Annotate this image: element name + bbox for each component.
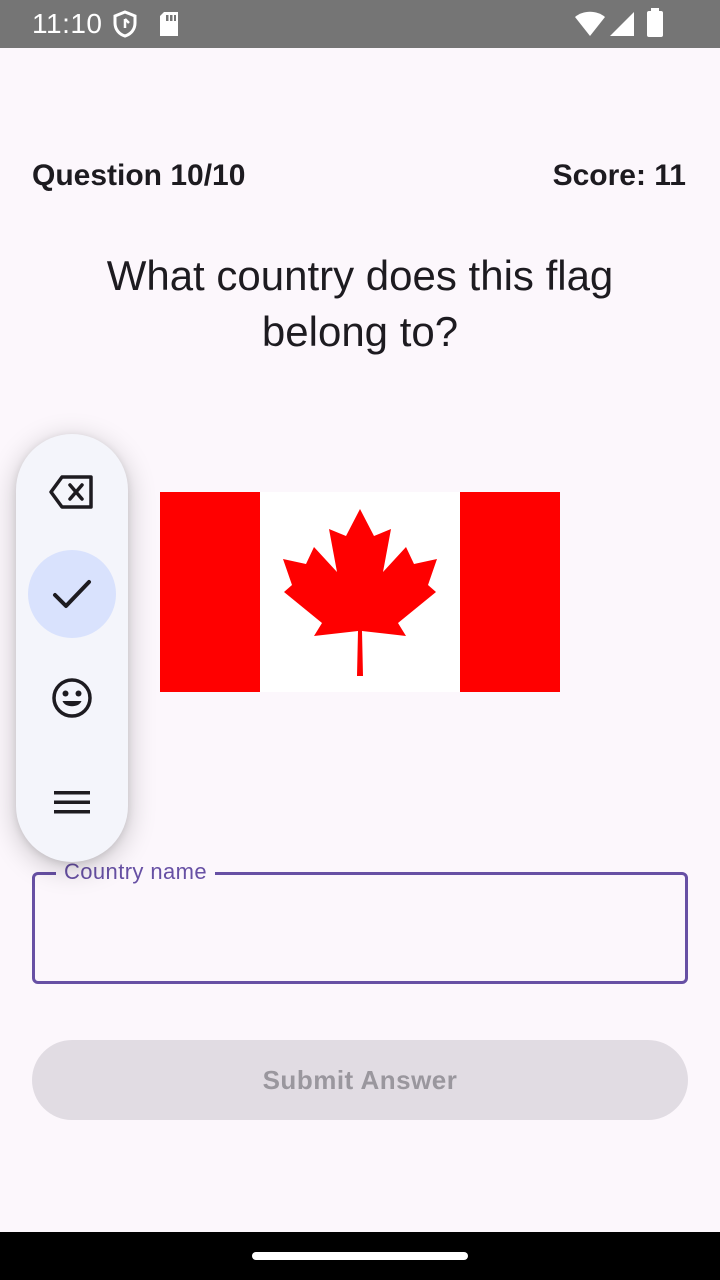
check-icon	[53, 580, 91, 608]
floating-keyboard-toolbar	[16, 434, 128, 862]
signal-icon	[608, 10, 636, 43]
sd-card-icon	[158, 10, 180, 43]
country-name-input[interactable]	[52, 904, 666, 954]
submit-answer-button[interactable]: Submit Answer	[32, 1040, 688, 1120]
navigation-bar	[0, 1232, 720, 1280]
flag-image	[160, 492, 560, 697]
menu-icon	[54, 791, 90, 814]
menu-button[interactable]	[28, 758, 116, 846]
emoji-button[interactable]	[28, 654, 116, 742]
score-label: Score: 11	[552, 159, 686, 192]
backspace-button[interactable]	[28, 448, 116, 536]
canada-flag	[160, 492, 560, 692]
status-time: 11:10	[32, 8, 103, 39]
wifi-icon	[574, 10, 606, 43]
check-button[interactable]	[28, 550, 116, 638]
country-name-label: Country name	[56, 858, 215, 886]
battery-icon	[646, 8, 664, 43]
question-counter: Question 10/10	[32, 159, 246, 192]
question-text: What country does this flag belong to?	[106, 252, 614, 355]
backspace-icon	[49, 475, 93, 509]
shield-icon	[112, 10, 138, 43]
status-bar: 11:10	[0, 0, 720, 48]
emoji-icon	[52, 678, 92, 718]
home-gesture-handle[interactable]	[252, 1252, 468, 1260]
